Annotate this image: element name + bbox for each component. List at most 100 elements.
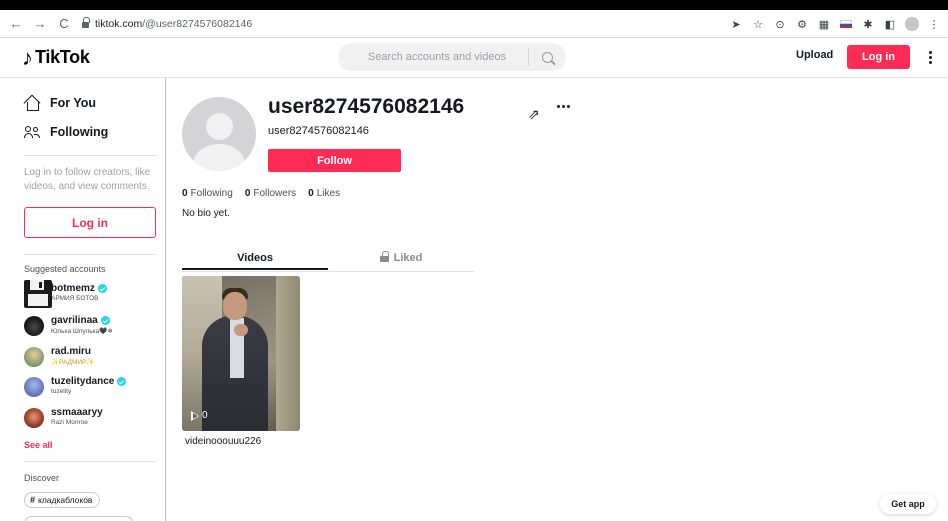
likes-count: 0 Likes	[308, 188, 340, 199]
discover-tag[interactable]	[24, 516, 134, 521]
people-icon	[24, 125, 40, 139]
tab-label: Videos	[237, 251, 273, 264]
extension-grid-icon[interactable]: ▦	[814, 14, 834, 34]
login-prompt-text: Log in to follow creators, like videos, …	[24, 167, 151, 192]
verified-badge-icon	[97, 284, 107, 293]
account-name-row: gavrilinaa	[51, 315, 110, 326]
divider	[24, 254, 156, 255]
save-floppy-icon	[24, 280, 52, 308]
get-app-button[interactable]: Get app	[880, 494, 936, 514]
search-input[interactable]	[338, 51, 528, 63]
forward-arrow-icon[interactable]: →	[30, 14, 50, 34]
media-play-icon[interactable]: ⊙	[770, 14, 790, 34]
stat-label: Following	[190, 188, 233, 199]
following-count[interactable]: 0 Following	[182, 188, 233, 199]
send-icon[interactable]: ➤	[726, 14, 746, 34]
sidebar-item-following[interactable]: Following	[24, 125, 108, 139]
suggested-accounts-title: Suggested accounts	[24, 264, 106, 274]
tiktok-logo[interactable]: ♪ TikTok	[22, 46, 90, 68]
tab-videos[interactable]: Videos	[182, 244, 328, 271]
lock-icon	[82, 16, 90, 28]
logo-text: TikTok	[35, 47, 90, 67]
profile-avatar-icon[interactable]	[902, 14, 922, 34]
account-name: tuzelitydance	[51, 376, 115, 387]
account-name-row: botmemz	[51, 283, 107, 294]
sidebar-item-label: Following	[50, 125, 109, 139]
stat-value: 0	[182, 188, 188, 199]
account-name-row: rad.miru	[51, 346, 91, 357]
profile-avatar	[182, 97, 256, 171]
profile-nickname: user8274576082146	[268, 125, 369, 137]
hashtag-icon: #	[30, 495, 36, 505]
extension-icons: ➤ ☆ ⊙ ⚙ ▦ ✱ ◧ ⋮	[726, 14, 944, 34]
browser-menu-icon[interactable]: ⋮	[924, 14, 944, 34]
divider	[24, 461, 156, 462]
discover-title: Discover	[24, 473, 60, 483]
sidebar-item-label: For You	[50, 96, 97, 110]
stat-value: 0	[244, 188, 251, 199]
puzzle-piece-icon[interactable]: ✱	[858, 14, 878, 34]
suggested-account[interactable]: tuzelitydance tuzelity	[24, 375, 159, 401]
stat-value: 0	[308, 188, 314, 199]
suggested-account[interactable]: rad.miru ✨РАДМИР✨	[24, 345, 159, 371]
tag-label: кладкаблоков	[38, 495, 93, 505]
stat-label: Followers	[253, 188, 297, 199]
account-name-row: ssmaaaryy	[51, 407, 103, 418]
discover-tag[interactable]: # кладкаблоков	[24, 492, 101, 508]
suggested-account[interactable]: ssmaaaryy Razi Monroe	[24, 406, 159, 432]
home-icon	[24, 96, 40, 111]
search-button[interactable]	[529, 43, 565, 71]
see-all-link[interactable]: See all	[24, 440, 53, 450]
lock-icon	[379, 250, 389, 262]
share-icon[interactable]: ⇗	[528, 106, 540, 123]
more-options-icon[interactable]	[925, 48, 935, 66]
account-nickname: Razi Monroe	[51, 419, 88, 426]
account-nickname: АРМИЯ БОТОВ	[51, 295, 99, 302]
verified-badge-icon	[117, 377, 127, 386]
avatar	[24, 408, 44, 428]
search-icon	[541, 51, 553, 63]
extension-gear-icon[interactable]: ⚙	[792, 14, 812, 34]
russia-flag-icon[interactable]	[836, 14, 856, 34]
profile-bio: No bio yet.	[182, 208, 230, 219]
account-nickname: tuzelity	[51, 388, 72, 395]
followers-count[interactable]: 0 Followers	[245, 188, 296, 199]
reload-icon[interactable]: C	[54, 14, 74, 34]
header-login-button[interactable]: Log in	[847, 45, 910, 69]
video-caption[interactable]: videinooouuu226	[185, 436, 261, 447]
tab-liked[interactable]: Liked	[328, 244, 474, 271]
avatar	[24, 316, 44, 336]
side-panel-icon[interactable]: ◧	[880, 14, 900, 34]
url-host: tiktok.com	[95, 17, 143, 30]
suggested-account[interactable]: gavrilinaa Юлька Шпулька🖤❄	[24, 314, 159, 340]
tab-label: Liked	[393, 251, 423, 264]
upload-link[interactable]: Upload	[796, 49, 833, 61]
top-strip	[0, 0, 948, 10]
account-nickname: ✨РАДМИР✨	[51, 359, 95, 366]
account-name: gavrilinaa	[51, 315, 98, 326]
address-bar[interactable]: tiktok.com/@user8274576082146	[82, 13, 252, 35]
stat-label: Likes	[316, 188, 341, 199]
divider	[24, 155, 156, 156]
profile-stats: 0 Following 0 Followers 0 Likes	[182, 188, 352, 199]
sidebar-item-for-you[interactable]: For You	[24, 96, 97, 111]
active-tab-indicator	[182, 268, 328, 270]
account-nickname: Юлька Шпулька🖤❄	[51, 328, 113, 335]
account-name: botmemz	[51, 283, 95, 294]
site-header: ♪ TikTok Upload Log in	[0, 38, 948, 78]
video-view-count: 0	[191, 410, 208, 421]
back-arrow-icon[interactable]: ←	[6, 14, 26, 34]
avatar	[24, 377, 44, 397]
bookmark-star-icon[interactable]: ☆	[748, 14, 768, 34]
play-icon	[191, 410, 199, 421]
profile-username: user8274576082146	[268, 95, 465, 118]
follow-button[interactable]: Follow	[268, 149, 401, 172]
url-path: /@user8274576082146	[142, 17, 253, 30]
sidebar-login-button[interactable]: Log in	[24, 207, 156, 238]
search-bar	[338, 43, 566, 71]
more-horizontal-icon[interactable]	[557, 105, 570, 108]
verified-badge-icon	[100, 316, 110, 325]
account-name: rad.miru	[51, 346, 92, 357]
video-thumbnail[interactable]	[182, 276, 300, 431]
account-name: ssmaaaryy	[51, 407, 103, 418]
